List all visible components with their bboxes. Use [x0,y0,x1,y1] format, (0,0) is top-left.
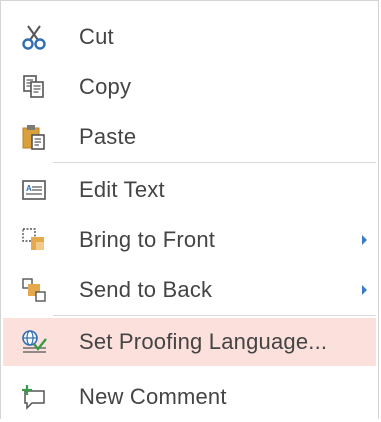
submenu-arrow-icon [362,235,367,245]
menu-item-paste[interactable]: Paste [1,112,378,162]
menu-separator [53,162,376,163]
menu-item-cut[interactable]: Cut [1,12,378,62]
menu-item-copy[interactable]: Copy [1,62,378,112]
copy-icon [19,72,49,102]
menu-separator [53,315,376,316]
proofing-language-icon [19,327,49,357]
menu-item-label: Edit Text [79,177,165,202]
menu-item-label: Set Proofing Language... [79,329,328,354]
scissors-icon [19,22,49,52]
menu-item-label: Bring to Front [79,227,216,252]
new-comment-icon [19,382,49,412]
menu-item-label: Copy [79,74,132,99]
edit-text-icon: A [19,175,49,205]
menu-item-label: Paste [79,124,137,149]
submenu-arrow-icon [362,285,367,295]
menu-item-send-to-back[interactable]: Send to Back [1,265,378,315]
menu-item-label: Cut [79,24,114,49]
paste-icon [19,122,49,152]
menu-item-label: New Comment [79,384,227,409]
menu-item-bring-to-front[interactable]: Bring to Front [1,215,378,265]
menu-item-edit-text[interactable]: A Edit Text [1,165,378,215]
send-to-back-icon [19,275,49,305]
svg-text:A: A [26,184,32,193]
context-menu: Cut Copy Paste A Edit Text Bring to Fron… [0,0,379,419]
menu-item-set-proofing-language[interactable]: Set Proofing Language... [3,318,376,366]
menu-item-label: Send to Back [79,277,213,302]
bring-to-front-icon [19,225,49,255]
menu-item-new-comment[interactable]: New Comment [1,372,378,422]
